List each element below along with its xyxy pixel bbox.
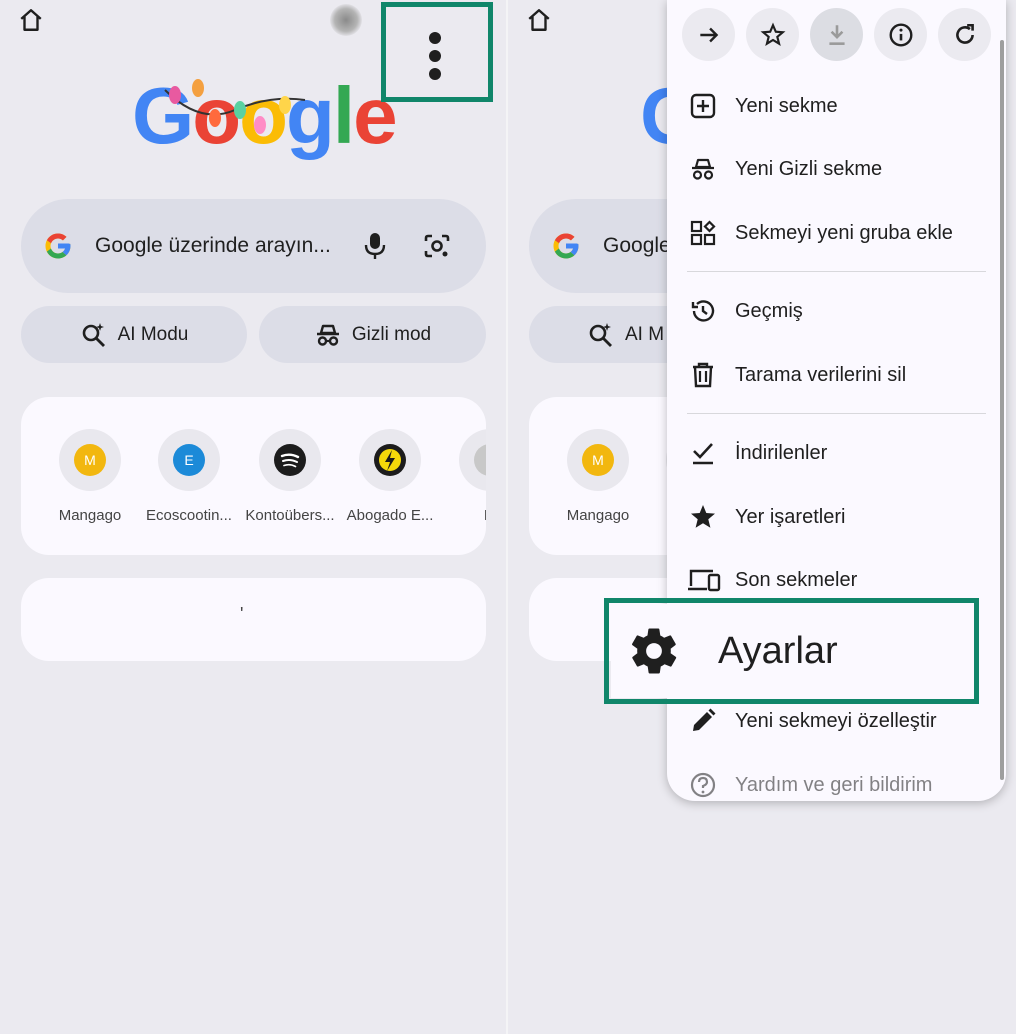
menu-item-recent-tabs[interactable]: Son sekmeler — [667, 556, 1006, 604]
reload-icon — [955, 23, 974, 44]
ai-search-icon — [82, 322, 105, 347]
menu-item-history[interactable]: Geçmiş — [667, 287, 1006, 335]
help-icon — [690, 772, 716, 798]
doodle-lights-icon — [164, 79, 306, 134]
menu-item-bookmarks[interactable]: Yer işaretleri — [667, 493, 1006, 541]
download-icon — [828, 24, 845, 45]
ai-mode-label: AI Modu — [117, 323, 189, 345]
kebab-highlight-box — [381, 2, 493, 102]
info-button[interactable] — [874, 8, 927, 61]
menu-scrollbar[interactable] — [1000, 40, 1004, 780]
star-icon — [691, 505, 715, 528]
menu-separator — [687, 271, 986, 272]
microphone-icon[interactable] — [363, 232, 387, 260]
ai-mode-chip[interactable]: AI Modu — [21, 306, 247, 363]
pencil-icon — [693, 708, 716, 731]
spotify-icon — [274, 444, 306, 476]
tile-ecoscooting[interactable]: E Ecoscootin... — [139, 429, 239, 524]
forward-icon — [699, 27, 718, 42]
ai-search-icon — [589, 322, 612, 347]
incognito-icon — [692, 158, 714, 180]
menu-item-add-to-group[interactable]: Sekmeyi yeni gruba ekle — [667, 209, 1006, 257]
left-screen: Google Google üzerinde arayın... — [0, 0, 506, 1034]
tile-mangago[interactable]: M Mangago — [548, 429, 648, 524]
menu-item-help-feedback[interactable]: Yardım ve geri bildirim — [667, 761, 1006, 801]
blurred-avatar — [330, 4, 362, 36]
menu-item-downloads[interactable]: İndirilenler — [667, 429, 1006, 477]
loading-indicator: ' — [240, 604, 244, 624]
menu-item-new-tab[interactable]: Yeni sekme — [667, 82, 1006, 130]
history-icon — [691, 300, 715, 322]
home-icon[interactable] — [18, 7, 44, 33]
google-g-icon — [553, 233, 579, 259]
menu-item-clear-browsing-data[interactable]: Tarama verilerini sil — [667, 351, 1006, 399]
menu-separator — [687, 413, 986, 414]
incognito-icon — [316, 324, 339, 346]
abogado-logo-icon — [374, 444, 406, 476]
info-icon — [889, 23, 912, 46]
tile-kontouebersicht[interactable]: Kontoübers... — [240, 429, 340, 524]
feed-card: ' — [21, 578, 486, 661]
tile-partial[interactable]: In — [440, 429, 486, 524]
search-placeholder[interactable]: Google — [603, 234, 671, 258]
lens-camera-icon[interactable] — [423, 233, 451, 259]
bookmark-button[interactable] — [746, 8, 799, 61]
home-icon[interactable] — [526, 7, 552, 33]
devices-icon — [688, 569, 721, 592]
search-placeholder[interactable]: Google üzerinde arayın... — [95, 234, 331, 258]
menu-item-customize-new-tab[interactable]: Yeni sekmeyi özelleştir — [667, 697, 1006, 745]
ai-mode-label: AI M — [625, 323, 665, 345]
trash-icon — [693, 362, 713, 388]
download-button[interactable] — [810, 8, 863, 61]
menu-action-row — [682, 8, 991, 61]
reload-button[interactable] — [938, 8, 991, 61]
tile-mangago[interactable]: M Mangago — [40, 429, 140, 524]
google-g-icon — [45, 233, 71, 259]
tab-group-icon — [690, 220, 716, 246]
new-tab-icon — [690, 93, 716, 119]
search-bar[interactable]: Google üzerinde arayın... — [21, 199, 486, 293]
tile-abogado[interactable]: Abogado E... — [340, 429, 440, 524]
incognito-mode-label: Gizli mod — [351, 323, 432, 345]
bookmark-star-icon — [760, 22, 785, 46]
settings-highlight-box — [604, 598, 979, 704]
shortcut-tiles: M Mangago E Ecoscootin... Kontoübers... — [21, 397, 486, 555]
incognito-mode-chip[interactable]: Gizli mod — [259, 306, 486, 363]
downloads-check-icon — [693, 443, 713, 465]
forward-button[interactable] — [682, 8, 735, 61]
menu-item-new-incognito-tab[interactable]: Yeni Gizli sekme — [667, 145, 1006, 193]
